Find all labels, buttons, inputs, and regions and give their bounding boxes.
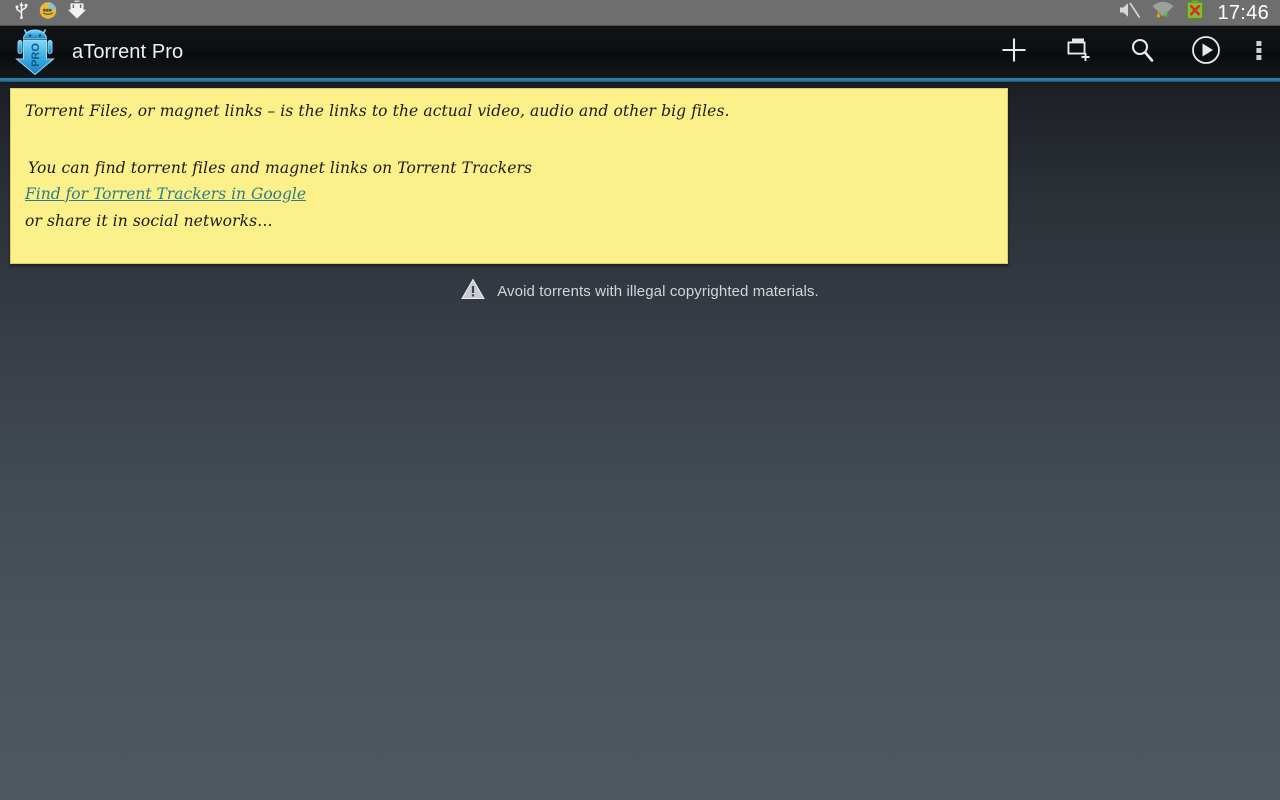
battery-error-icon	[1185, 0, 1205, 25]
legal-warning: Avoid torrents with illegal copyrighted …	[0, 278, 1280, 305]
note-line-social: or share it in social networks…	[25, 212, 273, 230]
app-screen: 17:46 PRO aTorrent Pro Torrent Files, or…	[0, 0, 1280, 800]
status-bar: 17:46	[0, 0, 1280, 26]
note-line-intro: Torrent Files, or magnet links – is the …	[25, 102, 730, 120]
action-bar: PRO aTorrent Pro	[0, 26, 1280, 82]
legal-warning-text: Avoid torrents with illegal copyrighted …	[497, 283, 819, 300]
note-line-seed: Torrents downloaded not from one Server …	[25, 261, 1007, 263]
wifi-icon	[1151, 0, 1175, 25]
note-line-trackers: You can find torrent files and magnet li…	[28, 159, 533, 177]
app-notification-icon	[38, 0, 58, 25]
overflow-menu-button[interactable]	[1238, 26, 1280, 78]
add-rss-feed-button[interactable]	[1046, 26, 1110, 78]
volume-mute-icon	[1117, 0, 1141, 25]
status-bar-clock: 17:46	[1217, 1, 1269, 24]
plus-icon	[999, 35, 1029, 70]
status-bar-right-icons: 17:46	[1117, 0, 1280, 25]
atorrent-pro-logo-icon[interactable]: PRO	[10, 26, 62, 78]
play-circle-icon	[1190, 34, 1222, 71]
start-all-button[interactable]	[1174, 26, 1238, 78]
action-bar-buttons	[982, 26, 1280, 78]
add-torrent-button[interactable]	[982, 26, 1046, 78]
search-icon	[1127, 35, 1157, 70]
page-title: aTorrent Pro	[72, 40, 184, 63]
usb-icon	[14, 1, 29, 24]
download-install-icon	[67, 0, 87, 25]
find-torrent-trackers-link[interactable]: Find for Torrent Trackers in Google	[25, 185, 306, 203]
svg-text:PRO: PRO	[30, 43, 42, 67]
status-bar-left-icons	[0, 0, 1117, 25]
add-feed-icon	[1063, 35, 1093, 70]
more-vertical-icon	[1255, 35, 1263, 70]
warning-triangle-icon	[461, 278, 486, 305]
search-button[interactable]	[1110, 26, 1174, 78]
help-note-panel: Torrent Files, or magnet links – is the …	[10, 88, 1008, 264]
